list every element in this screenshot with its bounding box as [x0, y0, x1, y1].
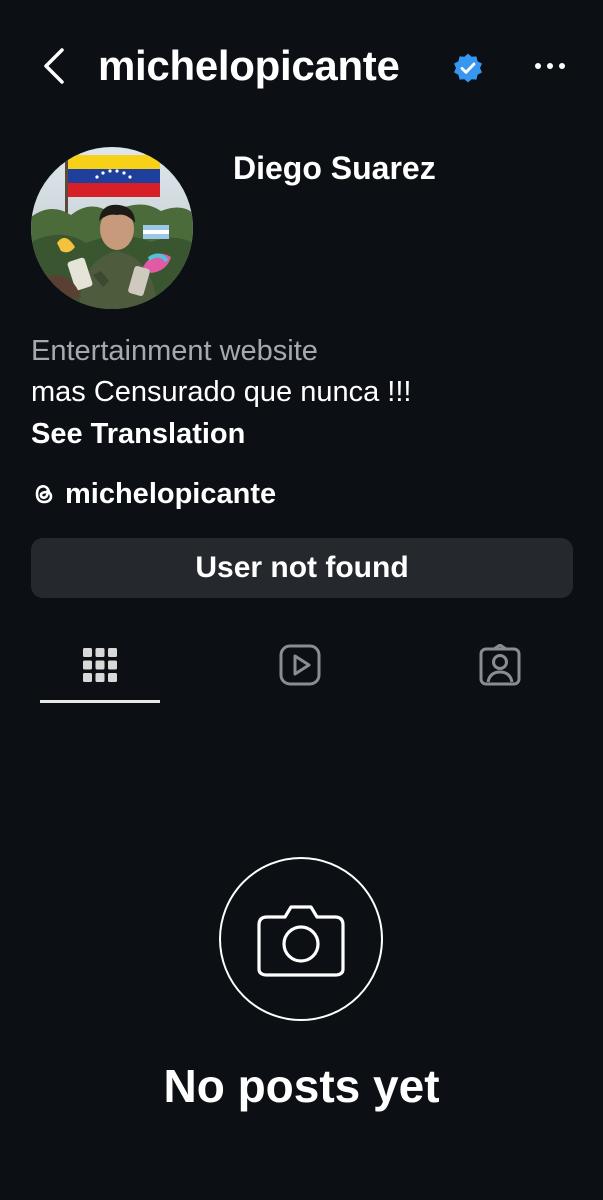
more-dot — [535, 63, 541, 69]
threads-handle: michelopicante — [65, 477, 277, 510]
more-options-button[interactable] — [528, 50, 572, 82]
tab-reels[interactable] — [240, 630, 360, 700]
profile-category: Entertainment website — [31, 335, 318, 367]
user-not-found-banner: User not found — [31, 538, 573, 598]
see-translation-link[interactable]: See Translation — [31, 415, 245, 453]
threads-profile-link[interactable]: michelopicante — [31, 474, 276, 514]
verified-badge-icon — [454, 53, 482, 83]
profile-display-name: Diego Suarez — [233, 150, 436, 186]
profile-bio: mas Censurado que nunca !!! — [31, 376, 412, 408]
camera-icon — [257, 905, 345, 977]
profile-username: michelopicante — [98, 42, 400, 89]
more-dot — [559, 63, 565, 69]
avatar-image — [31, 147, 193, 309]
more-dot — [547, 63, 553, 69]
tab-posts-grid[interactable] — [40, 630, 160, 700]
status-text: User not found — [195, 551, 409, 584]
no-posts-text: No posts yet — [163, 1060, 440, 1112]
profile-avatar[interactable] — [31, 147, 193, 309]
chevron-left-icon — [44, 48, 64, 84]
back-button[interactable] — [36, 44, 72, 88]
grid-icon — [83, 648, 117, 682]
reels-icon — [279, 644, 321, 686]
empty-state-camera-circle — [219, 857, 383, 1021]
active-tab-indicator — [40, 700, 160, 703]
tab-tagged[interactable] — [440, 630, 560, 700]
tagged-icon — [479, 644, 521, 686]
threads-icon — [35, 484, 53, 504]
